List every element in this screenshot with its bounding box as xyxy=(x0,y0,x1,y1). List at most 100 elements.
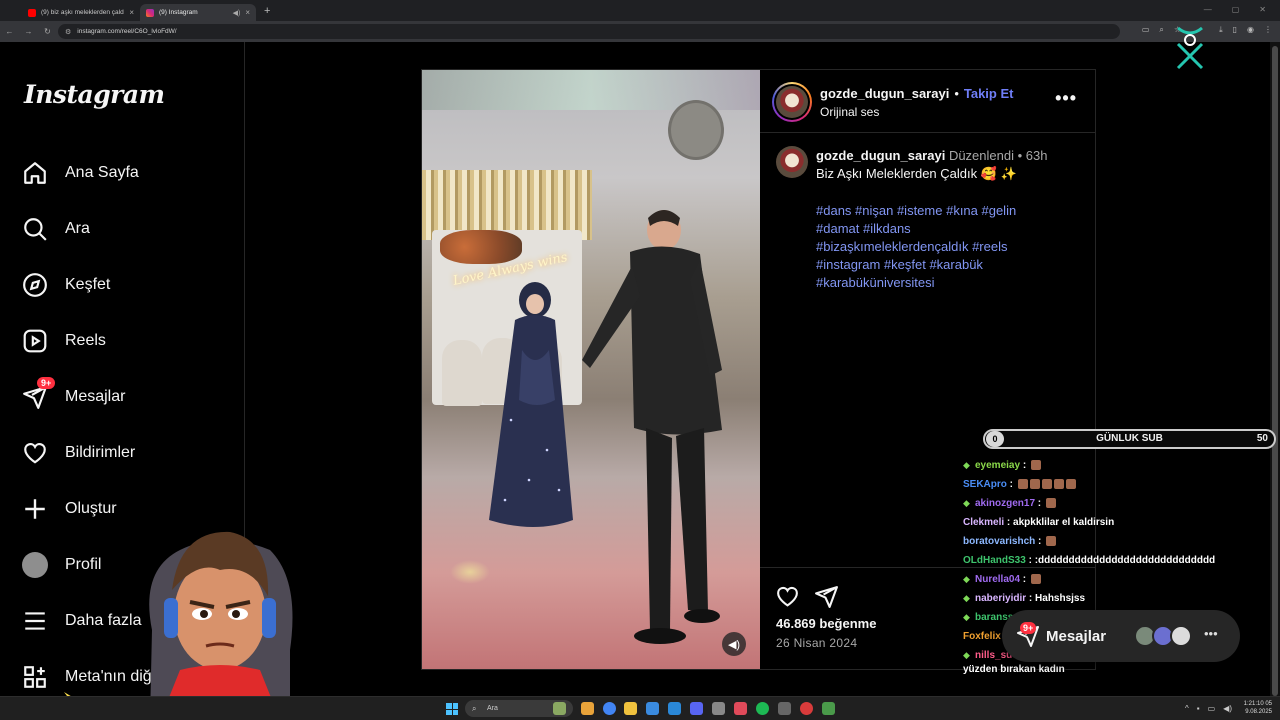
close-window-icon[interactable]: ✕ xyxy=(1259,5,1266,14)
story-ring[interactable] xyxy=(772,82,812,122)
volume-icon[interactable]: ◀) xyxy=(722,632,746,656)
reload-icon[interactable]: ↻ xyxy=(38,27,57,36)
copilot-icon[interactable] xyxy=(581,702,594,715)
search-icon: ⌕ xyxy=(472,704,477,713)
back-icon[interactable]: ← xyxy=(0,27,19,36)
youtube-favicon-icon xyxy=(28,8,36,17)
follow-button[interactable]: Takip Et xyxy=(964,86,1014,101)
chat-message: boratovarishch : xyxy=(963,536,1057,547)
more-options-icon[interactable]: ••• xyxy=(1204,626,1218,641)
system-tray: ^ ▪ ▭ ◀) xyxy=(1185,704,1232,713)
app-icon[interactable] xyxy=(734,702,747,715)
chevron-up-icon[interactable]: ^ xyxy=(1185,704,1189,713)
hashtag-line[interactable]: #instagram #keşfet #karabük xyxy=(816,256,1076,274)
sidebar-item-notifications[interactable]: Bildirimler xyxy=(22,435,232,471)
windows-start-icon[interactable] xyxy=(446,703,458,715)
action-icons xyxy=(775,584,839,609)
groom-figure xyxy=(582,210,722,644)
share-icon[interactable] xyxy=(814,584,839,609)
hashtag-line[interactable]: #bizaşkımeleklerdençaldık #reels xyxy=(816,238,1076,256)
browser-tab-youtube[interactable]: (9) biz aşkı meleklerden çaldık × xyxy=(22,4,140,21)
new-tab-button[interactable]: + xyxy=(264,5,270,17)
messages-popup[interactable]: 9+ Mesajlar ••• xyxy=(1002,610,1240,662)
chat-text: akpkklilar el kaldirsin xyxy=(1013,517,1115,528)
account-icon[interactable]: ◉ xyxy=(1247,25,1254,35)
scrollbar-thumb[interactable] xyxy=(1272,46,1278,696)
browser-tab-instagram[interactable]: (9) Instagram ◀) × xyxy=(140,4,256,21)
time-ago: 63h xyxy=(1025,148,1048,163)
plus-icon xyxy=(25,499,45,519)
account-avatar xyxy=(776,86,808,118)
hashtag-line[interactable]: #damat #ilkdans xyxy=(816,220,1076,238)
caption-avatar[interactable] xyxy=(776,146,808,178)
tab-title: (9) Instagram xyxy=(159,9,198,16)
chat-separator: : xyxy=(1020,574,1029,585)
page-scrollbar[interactable] xyxy=(1270,42,1280,696)
site-info-icon[interactable]: ⚙ xyxy=(65,28,71,36)
widgets-icon[interactable] xyxy=(553,702,566,715)
forward-icon[interactable]: → xyxy=(19,27,38,36)
streamer-logo-icon xyxy=(1176,26,1204,70)
like-heart-icon[interactable] xyxy=(775,584,800,609)
chat-separator: : xyxy=(1035,536,1045,547)
edge-icon[interactable] xyxy=(646,702,659,715)
account-username[interactable]: gozde_dugun_sarayi xyxy=(820,86,949,101)
maximize-icon[interactable]: ▢ xyxy=(1232,5,1240,14)
zoom-icon[interactable]: ⌕ xyxy=(1159,25,1163,35)
app-icon[interactable] xyxy=(822,702,835,715)
messages-badge: 9+ xyxy=(1020,622,1037,634)
chat-emote-icon xyxy=(1041,479,1052,490)
likes-count[interactable]: 46.869 beğenme xyxy=(776,616,876,631)
separator-dot: • xyxy=(954,86,959,101)
message-avatars xyxy=(1134,625,1192,647)
speaker-icon[interactable]: ◀) xyxy=(233,9,241,17)
app-tray-icon[interactable]: ▪ xyxy=(1197,704,1200,713)
messages-label: Mesajlar xyxy=(1046,628,1107,645)
chat-username: eyemeiay xyxy=(975,460,1021,471)
chat-username: Clekmeli xyxy=(963,517,1005,528)
install-app-icon[interactable]: ▭ xyxy=(1142,25,1150,35)
avatar xyxy=(1170,625,1192,647)
sidebar-item-search[interactable]: Ara xyxy=(22,211,232,247)
obs-icon[interactable] xyxy=(778,702,791,715)
app-icon[interactable] xyxy=(712,702,725,715)
browser-tab-bar: (9) biz aşkı meleklerden çaldık × (9) In… xyxy=(0,0,1280,21)
hashtag-line[interactable]: #karabüküniversitesi xyxy=(816,274,1076,292)
sidebar-item-home[interactable]: Ana Sayfa xyxy=(22,155,232,191)
chat-badge-icon: ◆ xyxy=(963,574,970,584)
wall-fan xyxy=(668,100,724,160)
reel-video[interactable]: Love Always wins ◀) xyxy=(422,70,760,669)
chat-emote-icon xyxy=(1030,460,1041,471)
file-explorer-icon[interactable] xyxy=(624,702,637,715)
more-options-icon[interactable]: ••• xyxy=(1055,88,1077,109)
split-view-icon[interactable]: ▯ xyxy=(1233,25,1237,35)
sidebar-item-messages[interactable]: 9+ Mesajlar xyxy=(22,377,232,415)
address-bar[interactable]: ⚙ instagram.com/reel/C6O_lvloFdW/ xyxy=(58,24,1120,39)
chat-badge-icon: ◆ xyxy=(963,498,970,508)
close-tab-icon[interactable]: × xyxy=(129,8,134,17)
chat-message: ◆ akinozgen17 : xyxy=(963,498,1056,509)
separator-dot: • xyxy=(1013,148,1026,163)
hashtag-line[interactable]: #dans #nişan #isteme #kına #gelin xyxy=(816,202,1076,220)
download-icon[interactable]: ⤓ xyxy=(1219,25,1223,35)
instagram-logo[interactable]: Instagram xyxy=(24,80,165,109)
network-icon[interactable]: ▭ xyxy=(1208,704,1216,713)
volume-icon[interactable]: ◀) xyxy=(1223,704,1232,713)
audio-label[interactable]: Orijinal ses xyxy=(820,105,879,119)
sidebar-item-reels[interactable]: Reels xyxy=(22,323,232,359)
taskbar-clock[interactable]: 1:21:10 05 9.08.2025 xyxy=(1244,700,1272,716)
sidebar-item-label: Mesajlar xyxy=(65,388,126,405)
chrome-icon[interactable] xyxy=(603,702,616,715)
post-details-panel: gozde_dugun_sarayi • Takip Et Orijinal s… xyxy=(760,70,1095,669)
caption-username[interactable]: gozde_dugun_sarayi xyxy=(816,148,945,163)
app-icon[interactable] xyxy=(800,702,813,715)
close-tab-icon[interactable]: × xyxy=(245,8,250,17)
spotify-icon[interactable] xyxy=(756,702,769,715)
discord-icon[interactable] xyxy=(690,702,703,715)
app-icon[interactable] xyxy=(668,702,681,715)
minimize-icon[interactable]: — xyxy=(1204,5,1212,14)
sidebar-item-explore[interactable]: Keşfet xyxy=(22,267,232,303)
apps-icon xyxy=(24,666,46,688)
menu-kebab-icon[interactable]: ⋮ xyxy=(1264,25,1272,35)
chat-username: Foxfelix xyxy=(963,631,1001,642)
